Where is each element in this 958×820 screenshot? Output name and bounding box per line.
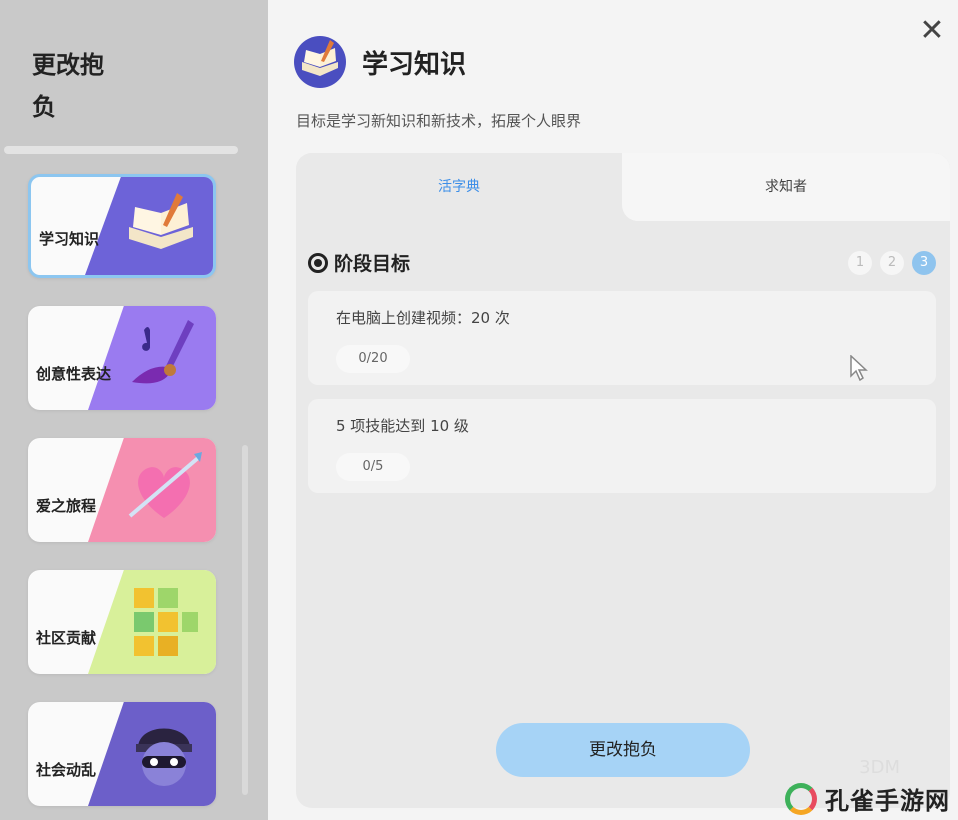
close-icon[interactable]: ✕ [916,16,948,48]
stage-title-text: 阶段目标 [334,253,411,275]
stage-panel: 活字典 求知者 阶段目标 1 2 3 在电脑上创建视频：20 次 0/20 5 … [296,153,950,808]
aspiration-card-love[interactable]: 爱之旅程 [28,438,216,542]
goal-item: 在电脑上创建视频：20 次 0/20 [308,291,936,385]
card-art [88,702,216,806]
card-label: 创意性表达 [36,365,112,383]
goal-text: 5 项技能达到 10 级 [336,417,469,435]
goal-progress: 0/20 [336,345,410,373]
card-label: 学习知识 [39,230,100,248]
target-icon [308,252,328,273]
change-aspiration-button[interactable]: 更改抱负 [496,723,750,777]
aspiration-sidebar: 更改抱负 学习知识 创意性表达 爱之旅程 社区贡献 社会动乱 [0,0,268,820]
mouse-cursor-icon [850,355,868,381]
goal-text: 在电脑上创建视频：20 次 [336,309,510,327]
sidebar-scrollbar[interactable] [242,445,248,795]
aspiration-card-knowledge[interactable]: 学习知识 [28,174,216,278]
stage-heading: 阶段目标 [308,249,410,276]
card-label: 社会动乱 [36,761,97,779]
aspiration-detail-panel: ✕ 学习知识 目标是学习新知识和新技术，拓展个人眼界 活字典 求知者 阶段目标 … [268,0,958,820]
blocks-icon [134,588,198,656]
step-3[interactable]: 3 [912,251,936,275]
step-1[interactable]: 1 [848,251,872,275]
tab-knowledge-seeker[interactable]: 求知者 [622,153,950,221]
card-label: 社区贡献 [36,629,97,647]
aspiration-card-creativity[interactable]: 创意性表达 [28,306,216,410]
watermark-text: 孔雀手游网 [825,787,950,815]
tab-living-dictionary[interactable]: 活字典 [296,153,622,221]
card-label: 爱之旅程 [36,497,97,515]
page-title: 学习知识 [362,50,467,80]
watermark-logo-icon [785,782,817,815]
card-art [88,570,216,674]
site-watermark: 孔雀手游网 [785,781,950,816]
book-quill-icon [129,193,193,249]
sidebar-title: 更改抱负 [32,51,104,121]
aspiration-description: 目标是学习新知识和新技术，拓展个人眼界 [296,112,582,130]
goal-item: 5 项技能达到 10 级 0/5 [308,399,936,493]
card-art [85,177,213,275]
header-book-icon [294,36,346,88]
goal-progress: 0/5 [336,453,410,481]
card-art [88,438,216,542]
masked-bandit-icon [136,728,192,786]
stage-steps: 1 2 3 [848,251,936,275]
faint-watermark: 3DM [859,757,900,778]
sidebar-divider [4,146,238,154]
card-art [88,306,216,410]
step-2[interactable]: 2 [880,251,904,275]
aspiration-card-community[interactable]: 社区贡献 [28,570,216,674]
heart-arrow-icon [128,452,202,518]
paint-brush-icon [132,320,194,384]
aspiration-card-mischief[interactable]: 社会动乱 [28,702,216,806]
